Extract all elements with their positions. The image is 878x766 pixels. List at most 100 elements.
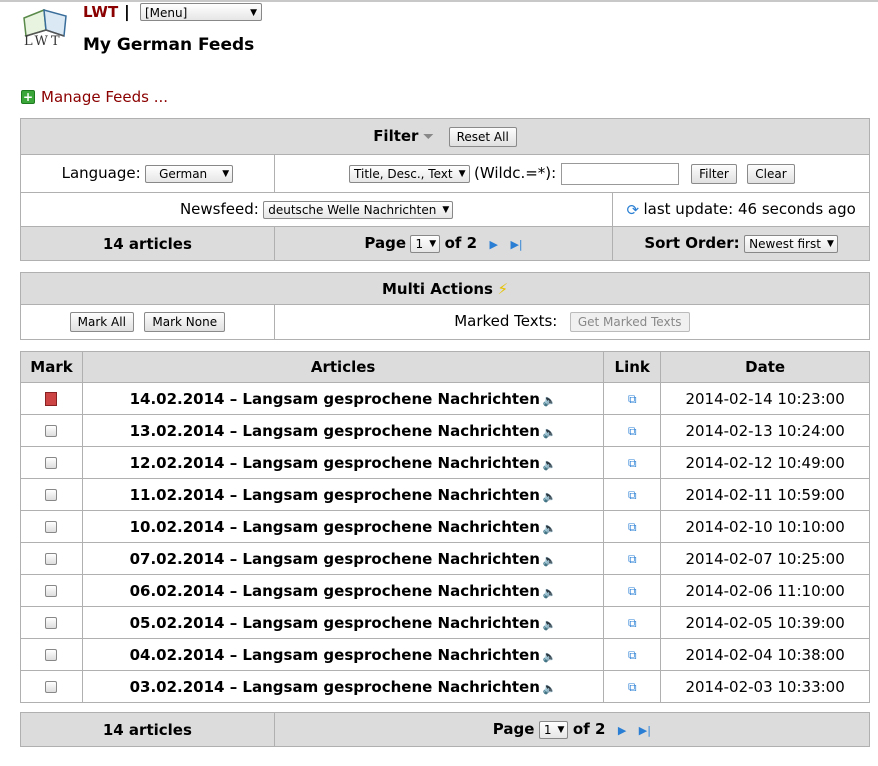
page-title: My German Feeds [83, 35, 255, 55]
mark-none-button[interactable]: Mark None [144, 312, 226, 332]
table-row: 14.02.2014 – Langsam gesprochene Nachric… [20, 382, 870, 415]
external-link-icon[interactable]: ⧉ [628, 392, 637, 407]
multi-actions-title: Multi Actions [381, 279, 493, 298]
article-title[interactable]: 14.02.2014 – Langsam gesprochene Nachric… [130, 390, 540, 408]
article-date: 2014-02-13 10:24:00 [660, 414, 870, 447]
chevron-down-icon: ▼ [442, 205, 450, 215]
sort-select[interactable]: Newest first ▼ [744, 235, 838, 253]
mark-checkbox[interactable] [45, 584, 58, 597]
mark-buttons-cell: Mark All Mark None [20, 304, 275, 340]
book-icon[interactable] [45, 391, 58, 406]
external-link-icon[interactable]: ⧉ [628, 520, 637, 535]
refresh-icon[interactable]: ⟳ [626, 201, 639, 219]
page-select-value: 1 [415, 237, 424, 251]
link-cell: ⧉ [603, 510, 662, 543]
top-border [0, 0, 878, 2]
speaker-icon[interactable]: 🔈 [543, 650, 557, 663]
speaker-icon[interactable]: 🔈 [543, 394, 557, 407]
link-cell: ⧉ [603, 542, 662, 575]
get-marked-texts-button[interactable]: Get Marked Texts [569, 312, 690, 332]
footer-pager-table: 14 articles Page 1 ▼ of 2 ▶ ▶| [20, 712, 871, 747]
speaker-icon[interactable]: 🔈 [543, 458, 557, 471]
articles-column-header: Articles [81, 351, 605, 383]
table-row: 03.02.2014 – Langsam gesprochene Nachric… [20, 670, 870, 703]
mark-all-button[interactable]: Mark All [69, 312, 134, 332]
footer-pager-cell: Page 1 ▼ of 2 ▶ ▶| [273, 712, 871, 747]
chevron-down-icon: ▼ [458, 168, 466, 179]
query-input[interactable] [560, 162, 679, 185]
newsfeed-select[interactable]: deutsche Welle Nachrichten ▼ [263, 201, 454, 219]
sort-select-value: Newest first [749, 237, 821, 251]
mark-cell [20, 414, 83, 447]
article-title[interactable]: 13.02.2014 – Langsam gesprochene Nachric… [130, 422, 540, 440]
next-page-icon[interactable]: ▶ [490, 238, 498, 251]
mark-checkbox[interactable] [45, 520, 58, 533]
logo-text: LWT [24, 34, 63, 49]
external-link-icon[interactable]: ⧉ [628, 424, 637, 439]
article-title-cell: 14.02.2014 – Langsam gesprochene Nachric… [81, 382, 605, 415]
footer-page-select[interactable]: 1 ▼ [538, 721, 569, 739]
chevron-down-icon: ▼ [429, 239, 437, 249]
app-name[interactable]: LWT [83, 3, 118, 21]
article-title[interactable]: 04.02.2014 – Langsam gesprochene Nachric… [130, 646, 540, 664]
last-page-icon[interactable]: ▶| [639, 724, 651, 737]
page-select[interactable]: 1 ▼ [410, 235, 441, 253]
article-date: 2014-02-12 10:49:00 [660, 446, 870, 479]
article-title-cell: 07.02.2014 – Langsam gesprochene Nachric… [81, 542, 605, 575]
mark-checkbox[interactable] [45, 456, 58, 469]
article-title[interactable]: 03.02.2014 – Langsam gesprochene Nachric… [130, 678, 540, 696]
speaker-icon[interactable]: 🔈 [543, 586, 557, 599]
mark-checkbox[interactable] [45, 680, 58, 693]
reset-all-button[interactable]: Reset All [448, 126, 517, 147]
language-select[interactable]: German ▼ [145, 165, 234, 183]
speaker-icon[interactable]: 🔈 [543, 682, 557, 695]
last-page-icon[interactable]: ▶| [510, 238, 522, 251]
mark-checkbox[interactable] [45, 616, 58, 629]
chevron-down-icon: ▼ [250, 8, 257, 18]
speaker-icon[interactable]: 🔈 [543, 490, 557, 503]
external-link-icon[interactable]: ⧉ [628, 648, 637, 663]
article-title[interactable]: 12.02.2014 – Langsam gesprochene Nachric… [130, 454, 540, 472]
menu-select[interactable]: [Menu] ▼ [140, 3, 262, 21]
multi-actions-header: Multi Actions ⚡ [20, 272, 870, 305]
article-title[interactable]: 10.02.2014 – Langsam gesprochene Nachric… [130, 518, 540, 536]
mark-checkbox[interactable] [45, 552, 58, 565]
page-of: of 2 [444, 234, 478, 252]
multi-actions-table: Multi Actions ⚡ Mark All Mark None Marke… [20, 272, 871, 340]
article-date: 2014-02-07 10:25:00 [660, 542, 870, 575]
mark-cell [20, 574, 83, 607]
article-date: 2014-02-06 11:10:00 [660, 574, 870, 607]
article-date: 2014-02-10 10:10:00 [660, 510, 870, 543]
mark-cell [20, 542, 83, 575]
filter-button[interactable]: Filter [691, 163, 737, 184]
speaker-icon[interactable]: 🔈 [543, 554, 557, 567]
filter-table: Filter ⏷ Reset All Language: German ▼ Ti… [19, 118, 871, 261]
external-link-icon[interactable]: ⧉ [628, 584, 637, 599]
link-cell: ⧉ [603, 414, 662, 447]
external-link-icon[interactable]: ⧉ [628, 552, 637, 567]
article-title[interactable]: 05.02.2014 – Langsam gesprochene Nachric… [130, 614, 540, 632]
query-mode-select[interactable]: Title, Desc., Text ▼ [349, 164, 470, 183]
article-title[interactable]: 07.02.2014 – Langsam gesprochene Nachric… [130, 550, 540, 568]
table-row: 13.02.2014 – Langsam gesprochene Nachric… [20, 414, 870, 447]
manage-feeds-label: Manage Feeds ... [41, 88, 169, 106]
table-row: 04.02.2014 – Langsam gesprochene Nachric… [20, 638, 870, 671]
speaker-icon[interactable]: 🔈 [543, 618, 557, 631]
filter-header: Filter ⏷ Reset All [20, 118, 870, 155]
external-link-icon[interactable]: ⧉ [628, 456, 637, 471]
mark-cell [20, 638, 83, 671]
article-title[interactable]: 11.02.2014 – Langsam gesprochene Nachric… [130, 486, 540, 504]
external-link-icon[interactable]: ⧉ [628, 616, 637, 631]
article-title[interactable]: 06.02.2014 – Langsam gesprochene Nachric… [130, 582, 540, 600]
manage-feeds-link[interactable]: + Manage Feeds ... [21, 88, 168, 106]
speaker-icon[interactable]: 🔈 [543, 426, 557, 439]
mark-checkbox[interactable] [45, 648, 58, 661]
external-link-icon[interactable]: ⧉ [628, 680, 637, 695]
mark-checkbox[interactable] [45, 424, 58, 437]
clear-button[interactable]: Clear [747, 163, 795, 184]
mark-checkbox[interactable] [45, 488, 58, 501]
filter-title: Filter [373, 126, 419, 145]
next-page-icon[interactable]: ▶ [618, 724, 626, 737]
speaker-icon[interactable]: 🔈 [543, 522, 557, 535]
external-link-icon[interactable]: ⧉ [628, 488, 637, 503]
